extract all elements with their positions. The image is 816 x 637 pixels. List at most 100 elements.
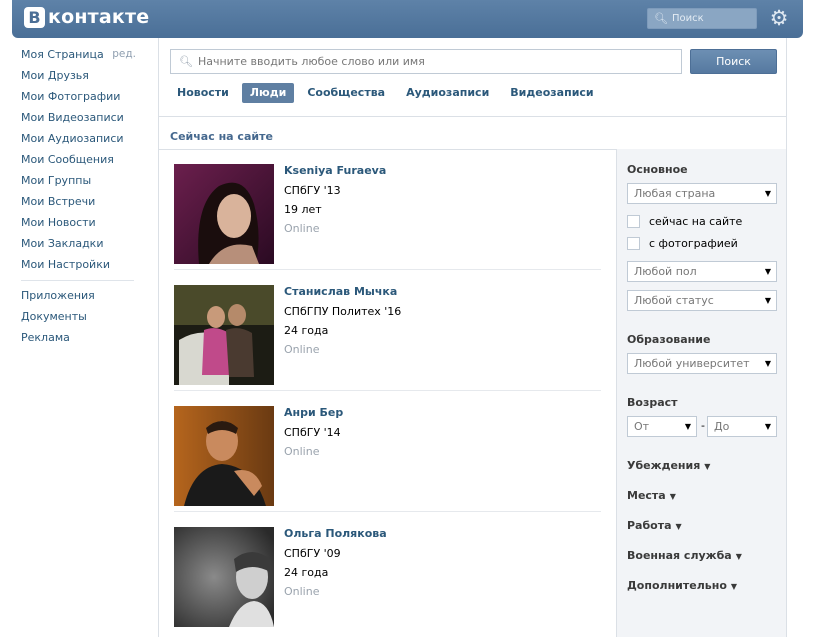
person-name-link[interactable]: Станислав Мычка (284, 285, 401, 305)
online-now-checkbox-row[interactable]: сейчас на сайте (627, 215, 742, 228)
with-photo-checkbox[interactable] (627, 237, 640, 250)
nav-my-videos[interactable]: Мои Видеозаписи (21, 107, 136, 128)
person-age: 24 года (284, 566, 329, 579)
tab-video[interactable]: Видеозаписи (502, 83, 601, 103)
header-search-input[interactable]: 🔍︎ Поиск (647, 8, 757, 29)
chevron-down-icon: ▼ (764, 189, 771, 198)
nav-item-label[interactable]: Мои Закладки (21, 233, 103, 254)
nav-item-label[interactable]: Мои Фотографии (21, 86, 120, 107)
nav-my-friends[interactable]: Мои Друзья (21, 65, 136, 86)
people-search-input[interactable]: 🔍︎ Начните вводить любое слово или имя (170, 49, 682, 74)
search-button[interactable]: Поиск (690, 49, 777, 74)
search-icon: 🔍︎ (654, 12, 668, 25)
beliefs-expander[interactable]: Убеждения ▼ (627, 459, 710, 472)
search-tabs: Новости Люди Сообщества Аудиозаписи Виде… (169, 83, 607, 103)
list-item: Станислав Мычка СПбГПУ Политех '16 24 го… (174, 270, 601, 391)
places-expander[interactable]: Места ▼ (627, 489, 676, 502)
nav-my-bookmarks[interactable]: Мои Закладки (21, 233, 136, 254)
tab-communities[interactable]: Сообщества (299, 83, 393, 103)
country-select[interactable]: Любая страна ▼ (627, 183, 777, 204)
with-photo-checkbox-row[interactable]: с фотографией (627, 237, 738, 250)
avatar[interactable] (174, 527, 274, 627)
logo-badge: B (24, 6, 45, 28)
chevron-down-icon: ▼ (669, 492, 676, 501)
relationship-status-select[interactable]: Любой статус ▼ (627, 290, 777, 311)
expander-label[interactable]: Убеждения (627, 459, 700, 472)
nav-item-label[interactable]: Мои Настройки (21, 254, 110, 275)
university-select[interactable]: Любой университет ▼ (627, 353, 777, 374)
nav-my-groups[interactable]: Мои Группы (21, 170, 136, 191)
chevron-down-icon: ▼ (675, 522, 682, 531)
nav-ads[interactable]: Реклама (21, 327, 136, 348)
online-status: Online (284, 585, 320, 598)
nav-apps[interactable]: Приложения (21, 285, 136, 306)
list-item: Ольга Полякова СПбГУ '09 24 года Online (174, 512, 601, 633)
online-now-checkbox[interactable] (627, 215, 640, 228)
search-placeholder: Начните вводить любое слово или имя (197, 55, 425, 68)
nav-my-photos[interactable]: Мои Фотографии (21, 86, 136, 107)
status-select-value: Любой статус (634, 294, 714, 307)
list-item: Анри Бер СПбГУ '14 Online (174, 391, 601, 512)
chevron-down-icon: ▼ (764, 422, 771, 431)
with-photo-label[interactable]: с фотографией (649, 237, 738, 250)
nav-item-label[interactable]: Приложения (21, 285, 95, 306)
additional-expander[interactable]: Дополнительно ▼ (627, 579, 737, 592)
chevron-down-icon: ▼ (735, 552, 742, 561)
age-from-select[interactable]: От ▼ (627, 416, 697, 437)
nav-item-label[interactable]: Моя Страница (21, 44, 104, 65)
nav-my-messages[interactable]: Мои Сообщения (21, 149, 136, 170)
nav-edit-link[interactable]: ред. (112, 44, 136, 65)
nav-my-settings[interactable]: Мои Настройки (21, 254, 136, 275)
nav-item-label[interactable]: Мои Аудиозаписи (21, 128, 124, 149)
result-info: Анри Бер СПбГУ '14 Online (284, 406, 343, 459)
gear-icon[interactable]: ⚙ (767, 6, 791, 30)
person-name-link[interactable]: Kseniya Furaeva (284, 164, 386, 184)
age-from-value: От (634, 420, 650, 433)
work-expander[interactable]: Работа ▼ (627, 519, 682, 532)
age-range-dash: - (701, 419, 705, 432)
tab-people[interactable]: Люди (241, 83, 295, 103)
nav-item-label[interactable]: Мои Новости (21, 212, 96, 233)
expander-label[interactable]: Работа (627, 519, 672, 532)
vk-logo[interactable]: B контакте (24, 6, 149, 28)
nav-my-audio[interactable]: Мои Аудиозаписи (21, 128, 136, 149)
header-search-placeholder: Поиск (671, 13, 704, 24)
nav-item-label[interactable]: Мои Встречи (21, 191, 95, 212)
nav-my-events[interactable]: Мои Встречи (21, 191, 136, 212)
tab-news[interactable]: Новости (169, 83, 237, 103)
nav-item-label[interactable]: Реклама (21, 327, 70, 348)
person-university: СПбГУ '13 (284, 184, 341, 197)
nav-item-label[interactable]: Мои Друзья (21, 65, 89, 86)
avatar[interactable] (174, 285, 274, 385)
gender-select[interactable]: Любой пол ▼ (627, 261, 777, 282)
nav-my-page[interactable]: Моя Страница ред. (21, 44, 136, 65)
divider (159, 116, 786, 117)
age-to-select[interactable]: До ▼ (707, 416, 777, 437)
expander-label[interactable]: Военная служба (627, 549, 732, 562)
chevron-down-icon: ▼ (764, 296, 771, 305)
result-info: Kseniya Furaeva СПбГУ '13 19 лет Online (284, 164, 386, 236)
nav-item-label[interactable]: Мои Группы (21, 170, 91, 191)
nav-my-news[interactable]: Мои Новости (21, 212, 136, 233)
main-content: 🔍︎ Начните вводить любое слово или имя П… (158, 38, 787, 637)
avatar[interactable] (174, 406, 274, 506)
nav-item-label[interactable]: Мои Сообщения (21, 149, 114, 170)
nav-item-label[interactable]: Документы (21, 306, 87, 327)
online-now-label[interactable]: сейчас на сайте (649, 215, 742, 228)
person-university: СПбГПУ Политех '16 (284, 305, 402, 318)
online-status: Online (284, 222, 320, 235)
avatar[interactable] (174, 164, 274, 264)
person-university: СПбГУ '14 (284, 426, 341, 439)
nav-item-label[interactable]: Мои Видеозаписи (21, 107, 124, 128)
nav-documents[interactable]: Документы (21, 306, 136, 327)
country-select-value: Любая страна (634, 187, 716, 200)
person-name-link[interactable]: Анри Бер (284, 406, 343, 426)
logo-text: контакте (48, 6, 150, 28)
expander-label[interactable]: Дополнительно (627, 579, 727, 592)
tab-audio[interactable]: Аудиозаписи (398, 83, 497, 103)
military-expander[interactable]: Военная служба ▼ (627, 549, 742, 562)
filter-main-title: Основное (627, 163, 688, 176)
nav-divider (21, 280, 134, 281)
expander-label[interactable]: Места (627, 489, 666, 502)
person-name-link[interactable]: Ольга Полякова (284, 527, 387, 547)
